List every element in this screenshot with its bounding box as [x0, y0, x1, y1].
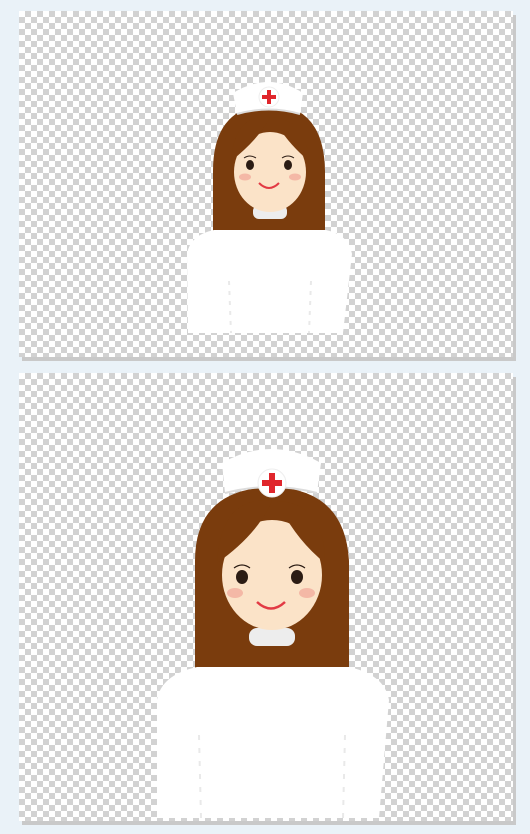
- nurse-uniform: [157, 667, 389, 818]
- nurse-blush-right: [289, 173, 301, 181]
- nurse-eye-left: [236, 570, 248, 584]
- nurse-illustration: [157, 449, 389, 819]
- nurse-uniform: [187, 230, 352, 333]
- nurse-eye-right: [291, 570, 303, 584]
- nurse-blush-left: [239, 173, 251, 181]
- nurse-illustration: [187, 82, 352, 334]
- nurse-collar: [249, 628, 295, 646]
- nurse-eye-left: [246, 160, 254, 170]
- nurse-eye-right: [284, 160, 292, 170]
- preview-panel-bottom: [19, 373, 513, 821]
- nurse-blush-left: [227, 588, 243, 598]
- nurse-blush-right: [299, 588, 315, 598]
- preview-panel-top: [19, 11, 513, 357]
